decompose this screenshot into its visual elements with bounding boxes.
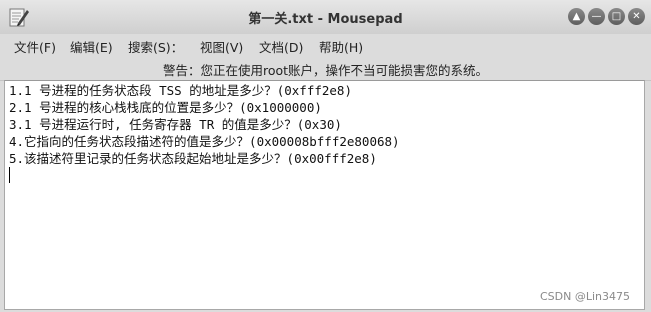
editor-line: 2.1 号进程的核心栈栈底的位置是多少？(0x1000000) <box>9 100 322 115</box>
title-bar[interactable]: 第一关.txt - Mousepad ▲ — □ ✕ <box>0 0 651 35</box>
window-title: 第一关.txt - Mousepad <box>248 12 403 27</box>
window-controls: ▲ — □ ✕ <box>568 8 645 25</box>
menu-bar: 文件(F) 编辑(E) 搜索(S)： 视图(V) 文档(D) 帮助(H) <box>0 34 651 56</box>
shade-button[interactable]: ▲ <box>568 8 585 25</box>
menu-search[interactable]: 搜索(S)： <box>128 37 183 56</box>
menu-file[interactable]: 文件(F) <box>14 37 56 56</box>
menu-view[interactable]: 视图(V) <box>200 37 243 56</box>
editor-line: 3.1 号进程运行时, 任务寄存器 TR 的值是多少？(0x30) <box>9 117 342 132</box>
watermark: CSDN @Lin3475 <box>539 290 630 303</box>
maximize-button[interactable]: □ <box>608 8 625 25</box>
text-editor-area[interactable]: 1.1 号进程的任务状态段 TSS 的地址是多少？(0xfff2e8) 2.1 … <box>4 80 645 310</box>
editor-line: 5.该描述符里记录的任务状态段起始地址是多少？(0x00fff2e8) <box>9 151 377 166</box>
text-cursor <box>9 167 10 183</box>
editor-line: 1.1 号进程的任务状态段 TSS 的地址是多少？(0xfff2e8) <box>9 83 352 98</box>
menu-help[interactable]: 帮助(H) <box>319 37 363 56</box>
menu-document[interactable]: 文档(D) <box>259 37 303 56</box>
editor-line: 4.它指向的任务状态段描述符的值是多少？(0x00008bfff2e80068) <box>9 134 400 149</box>
close-button[interactable]: ✕ <box>628 8 645 25</box>
minimize-button[interactable]: — <box>588 8 605 25</box>
root-warning-text: 警告：您正在使用root账户，操作不当可能损害您的系统。 <box>162 63 489 78</box>
menu-edit[interactable]: 编辑(E) <box>70 37 113 56</box>
root-warning-bar: 警告：您正在使用root账户，操作不当可能损害您的系统。 <box>0 56 651 81</box>
mousepad-window: 第一关.txt - Mousepad ▲ — □ ✕ 文件(F) 编辑(E) 搜… <box>0 0 651 312</box>
